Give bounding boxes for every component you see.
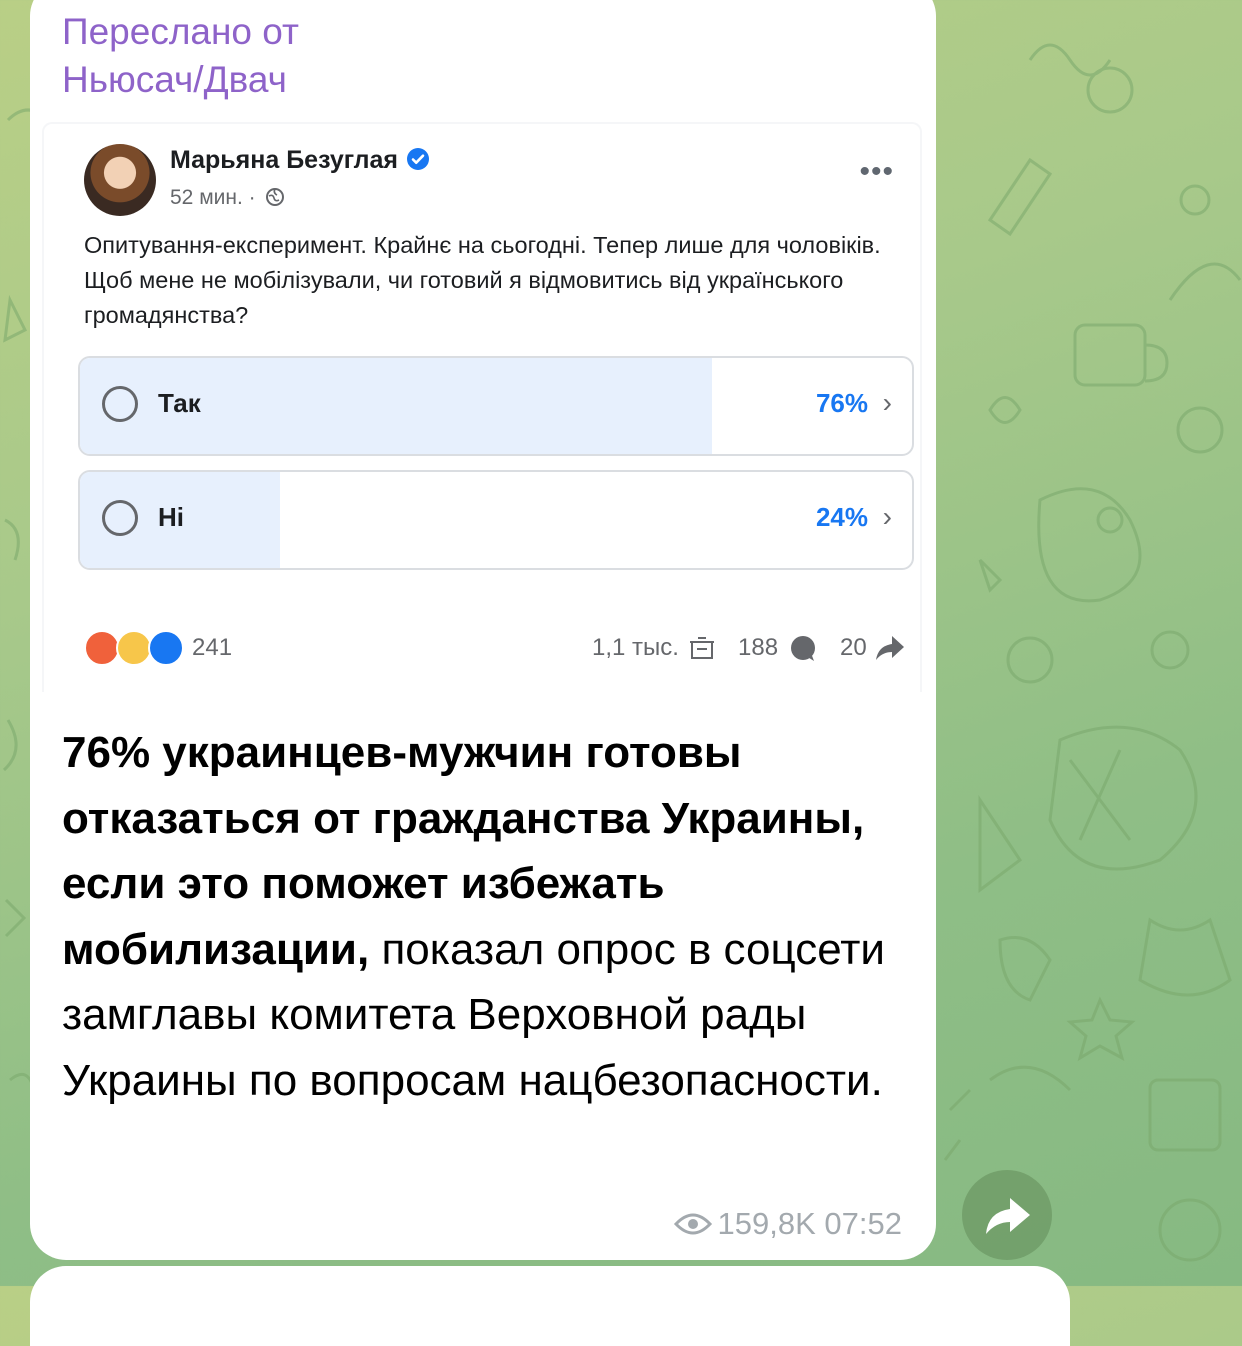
eye-icon: [673, 1213, 712, 1235]
poll-option-label: Ні: [158, 502, 184, 532]
reactions-count: 241: [192, 634, 233, 661]
views-icon: [690, 637, 714, 659]
shares-count: 20: [840, 634, 867, 661]
message-views: 159,8K: [717, 1206, 816, 1241]
poll-option-no: Ні 24% ›: [78, 470, 914, 570]
radio-icon: [102, 386, 138, 422]
angry-reaction-icon: [84, 630, 120, 666]
next-message-bubble[interactable]: [30, 1266, 1070, 1346]
chevron-right-icon: ›: [882, 387, 892, 418]
message-meta: 159,8K 07:52: [673, 1206, 902, 1242]
poll-option-label: Так: [158, 388, 201, 418]
forward-button[interactable]: [962, 1170, 1052, 1260]
forwarded-label: Переслано от: [62, 11, 299, 52]
haha-reaction-icon: [116, 630, 152, 666]
share-arrow-icon: [876, 636, 904, 660]
poll-option-yes: Так 76% ›: [78, 356, 914, 456]
comment-icon: [791, 636, 815, 661]
post-time: 52 мин. ·: [170, 186, 256, 209]
more-icon: •••: [859, 155, 894, 188]
message-caption: 76% украинцев-мужчин готовы отказаться о…: [62, 720, 892, 1113]
facebook-post-card: Марьяна Безуглая 52 мин. · ••• Опитуванн…: [44, 124, 920, 692]
poll-option-percent: 76%: [815, 388, 868, 418]
verified-icon: [406, 148, 429, 170]
post-stats: 241 1,1 тыс. 188 20: [84, 628, 904, 668]
message-time: 07:52: [824, 1206, 902, 1241]
comments-count: 188: [738, 634, 779, 661]
post-author-name: Марьяна Безуглая: [170, 146, 398, 174]
facebook-post-screenshot[interactable]: Марьяна Безуглая 52 мин. · ••• Опитуванн…: [42, 122, 922, 692]
forward-icon: [986, 1198, 1030, 1234]
post-author: Марьяна Безуглая: [170, 146, 430, 175]
poll-option-percent: 24%: [815, 502, 868, 532]
post-meta: 52 мин. ·: [170, 186, 285, 210]
like-reaction-icon: [148, 630, 184, 666]
chevron-right-icon: ›: [882, 501, 892, 532]
post-text: Опитування-експеримент. Крайнє на сьогод…: [84, 232, 881, 328]
post-views-count: 1,1 тыс.: [592, 634, 679, 661]
forwarded-source-link[interactable]: Ньюсач/Двач: [62, 56, 299, 104]
radio-icon: [102, 500, 138, 536]
avatar: [84, 144, 156, 216]
globe-icon: [266, 188, 285, 206]
forwarded-from-header[interactable]: Переслано от Ньюсач/Двач: [62, 8, 299, 104]
message-bubble[interactable]: Переслано от Ньюсач/Двач Марьяна Безугла…: [30, 0, 936, 1260]
